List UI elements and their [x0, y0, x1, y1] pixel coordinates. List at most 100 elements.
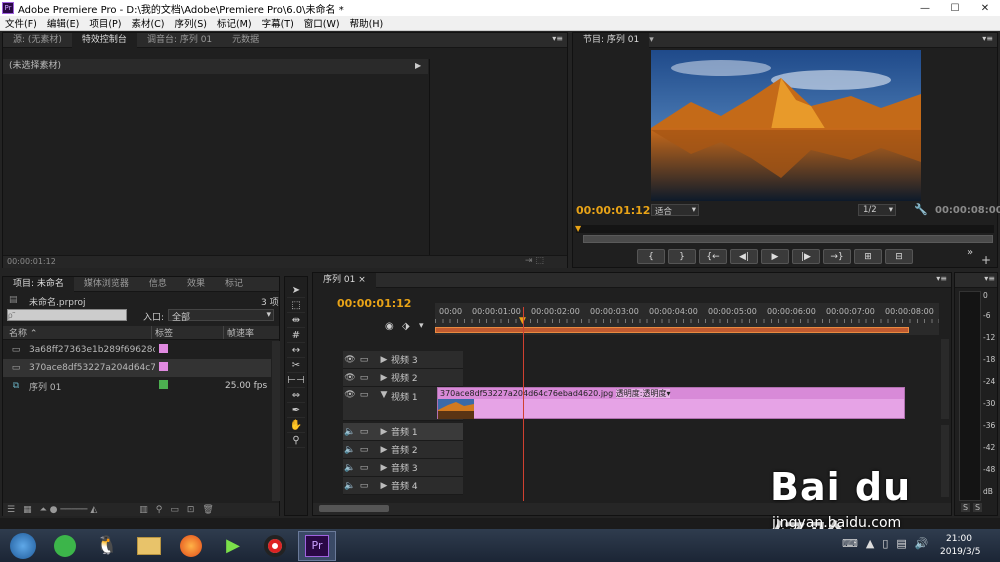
project-item[interactable]: ⧉ 序列 01 25.00 fps — [3, 377, 271, 395]
razor-tool-icon[interactable]: ✂ — [287, 358, 305, 373]
new-bin-icon[interactable]: ▭ — [170, 505, 179, 515]
snap-icon[interactable]: ◉ — [385, 321, 394, 332]
export-icon[interactable]: ⇥ ⬚ — [525, 256, 544, 266]
expand-icon[interactable]: ▶ — [377, 355, 391, 365]
zoom-slider-icon[interactable]: ⏶ ● ───── ◭ — [40, 505, 98, 515]
add-button[interactable]: + — [981, 253, 991, 267]
premiere-taskbar-icon[interactable]: Pr — [298, 530, 336, 561]
program-playhead-icon[interactable]: ▼ — [575, 224, 581, 233]
video-clip[interactable]: 370ace8df53227a204d64c76ebad4620.jpg 透明度… — [437, 387, 905, 419]
tray-arrow-icon[interactable]: ▲ — [866, 537, 874, 550]
program-menu-icon[interactable]: ▾≡ — [982, 34, 993, 43]
lock-icon[interactable]: ▭ — [357, 481, 371, 491]
project-search-input[interactable] — [7, 309, 127, 321]
tab-audio-mixer[interactable]: 调音台: 序列 01 — [137, 33, 222, 48]
lock-icon[interactable]: ▭ — [357, 373, 371, 383]
audio-scrollbar[interactable] — [941, 425, 949, 497]
menu-title[interactable]: 字幕(T) — [257, 16, 299, 30]
track-audio-1[interactable]: 🔈 ▭ ▶ 音频 1 — [343, 423, 463, 441]
lift-button[interactable]: ⊞ — [854, 249, 882, 264]
col-label[interactable]: 标签 — [151, 326, 223, 339]
set-encore-marker-icon[interactable]: ⬗ — [402, 321, 410, 332]
timeline-menu-icon[interactable]: ▾≡ — [936, 274, 947, 283]
track-audio-4[interactable]: 🔈 ▭ ▶ 音频 4 — [343, 477, 463, 495]
menu-marker[interactable]: 标记(M) — [212, 16, 257, 30]
timeline-timecode[interactable]: 00:00:01:12 — [337, 297, 411, 310]
tab-info[interactable]: 信息 — [139, 277, 177, 292]
mark-in-button[interactable]: { — [637, 249, 665, 264]
expand-icon[interactable]: ▶ — [377, 463, 391, 473]
work-area-bar[interactable] — [435, 327, 909, 333]
eye-icon[interactable]: 👁 — [343, 355, 357, 365]
program-dropdown-icon[interactable]: ▾ — [649, 35, 654, 45]
project-item[interactable]: ▭ 370ace8df53227a204d64c7 — [3, 359, 271, 377]
program-ruler[interactable] — [576, 225, 994, 233]
tab-sequence[interactable]: 序列 01 × — [313, 272, 376, 288]
media-player-icon[interactable]: ▶ — [214, 531, 252, 561]
program-zoom-bar[interactable] — [583, 235, 993, 243]
time-ruler[interactable]: 00:00 00:00:01:00 00:00:02:00 00:00:03:0… — [435, 303, 939, 335]
maximize-button[interactable]: ☐ — [940, 0, 970, 16]
menu-sequence[interactable]: 序列(S) — [170, 16, 212, 30]
icon-view-icon[interactable]: ▦ — [23, 505, 32, 515]
track-select-tool-icon[interactable]: ⬚ — [287, 298, 305, 313]
qq-icon[interactable]: 🐧 — [88, 531, 126, 561]
rolling-edit-tool-icon[interactable]: # — [287, 328, 305, 343]
lock-icon[interactable]: ▭ — [357, 463, 371, 473]
tab-media-browser[interactable]: 媒体浏览器 — [74, 277, 139, 292]
speaker-icon[interactable]: 🔈 — [343, 445, 357, 455]
pen-tool-icon[interactable]: ✒ — [287, 403, 305, 418]
tab-project[interactable]: 项目: 未命名 — [3, 276, 74, 292]
eye-icon[interactable]: 👁 — [343, 373, 357, 383]
fit-dropdown[interactable]: 适合 ▾ — [651, 204, 699, 217]
list-view-icon[interactable]: ☰ — [7, 505, 15, 515]
tab-markers[interactable]: 标记 — [215, 277, 253, 292]
video-scrollbar[interactable] — [941, 339, 949, 419]
close-button[interactable]: ✕ — [970, 0, 1000, 16]
clip-effect[interactable]: 透明度:透明度▾ — [615, 389, 671, 398]
ripple-edit-tool-icon[interactable]: ⇹ — [287, 313, 305, 328]
timeline-zoom-scrollbar[interactable] — [319, 505, 389, 512]
resolution-dropdown[interactable]: 1/2 ▾ — [858, 204, 896, 216]
volume-icon[interactable]: 🔊 — [915, 537, 929, 550]
tab-effects[interactable]: 效果 — [177, 277, 215, 292]
add-marker-icon[interactable]: ▾ — [419, 321, 424, 331]
lock-icon[interactable]: ▭ — [357, 445, 371, 455]
panel-menu-icon[interactable]: ▾≡ — [552, 34, 563, 43]
clock-date[interactable]: 2019/3/5 — [940, 547, 980, 557]
menu-edit[interactable]: 编辑(E) — [42, 16, 84, 30]
go-to-in-button[interactable]: {← — [699, 249, 727, 264]
track-audio-3[interactable]: 🔈 ▭ ▶ 音频 3 — [343, 459, 463, 477]
project-scrollbar[interactable] — [272, 341, 280, 501]
menu-project[interactable]: 项目(P) — [84, 16, 126, 30]
wrench-icon[interactable]: 🔧 — [914, 203, 928, 216]
program-timecode[interactable]: 00:00:01:12 — [576, 204, 650, 217]
tab-program[interactable]: 节目: 序列 01 — [573, 32, 650, 48]
explorer-icon[interactable] — [130, 531, 168, 561]
speaker-icon[interactable]: 🔈 — [343, 427, 357, 437]
step-back-button[interactable]: ◀| — [730, 249, 758, 264]
menu-clip[interactable]: 素材(C) — [126, 16, 169, 30]
track-audio-2[interactable]: 🔈 ▭ ▶ 音频 2 — [343, 441, 463, 459]
expand-icon[interactable]: ▶ — [377, 427, 391, 437]
recorder-icon[interactable] — [256, 531, 294, 561]
play-button[interactable]: ▶ — [761, 249, 789, 264]
new-item-icon[interactable]: ⊡ — [187, 505, 195, 515]
more-button[interactable]: » — [967, 247, 973, 258]
meter-menu-icon[interactable]: ▾≡ — [984, 274, 995, 283]
expand-icon[interactable]: ▶ — [377, 481, 391, 491]
battery-icon[interactable]: ▯ — [882, 537, 888, 550]
eye-icon[interactable]: 👁 — [343, 390, 357, 400]
expand-icon[interactable]: ▶ — [377, 445, 391, 455]
menu-help[interactable]: 帮助(H) — [345, 16, 389, 30]
start-button[interactable] — [4, 531, 42, 561]
step-forward-button[interactable]: |▶ — [792, 249, 820, 264]
tab-metadata[interactable]: 元数据 — [222, 33, 269, 48]
selection-tool-icon[interactable]: ➤ — [287, 283, 305, 298]
speaker-icon[interactable]: 🔈 — [343, 481, 357, 491]
hand-tool-icon[interactable]: ✋ — [287, 418, 305, 433]
entry-dropdown[interactable]: 全部 ▾ — [168, 309, 274, 323]
lock-icon[interactable]: ▭ — [357, 355, 371, 365]
menu-window[interactable]: 窗口(W) — [299, 16, 345, 30]
col-name[interactable]: 名称 ⌃ — [3, 326, 151, 339]
